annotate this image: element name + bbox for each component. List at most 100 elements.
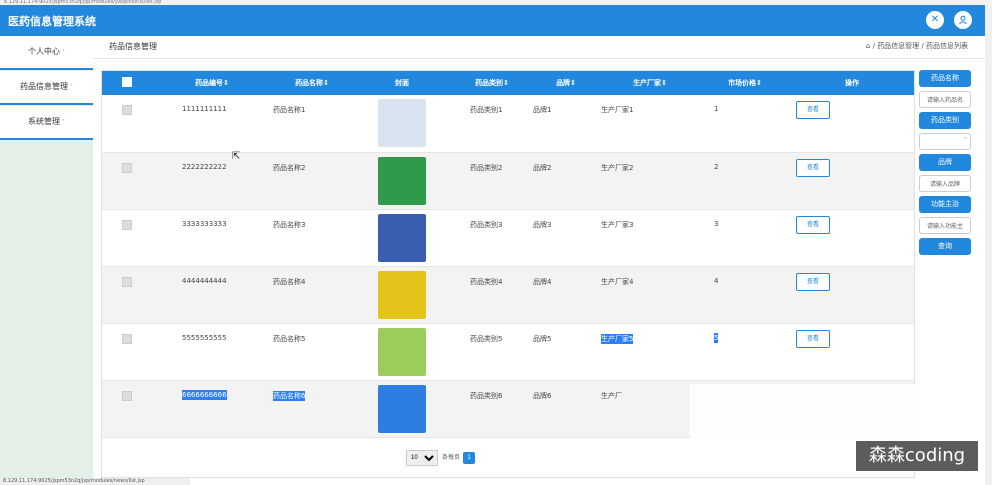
drug-cover	[352, 380, 452, 437]
row-checkbox[interactable]	[102, 209, 152, 266]
drug-brand: 品牌4	[533, 277, 552, 286]
sidebar-item-drug-info[interactable]: 药品信息管理 ˅	[0, 71, 93, 105]
breadcrumb-text: 药品信息管理 / 药品信息列表	[877, 42, 968, 50]
col-header-maker[interactable]: 生产厂家⇕	[600, 71, 700, 95]
row-actions: 查看	[790, 95, 914, 152]
drug-code: 5555555555	[182, 333, 227, 342]
drug-price: 2	[714, 162, 719, 171]
table-row: 4444444444 药品名称4 药品类别4 品牌4 生产厂家4 4 查看	[102, 266, 914, 323]
drug-code: 1111111111	[182, 105, 227, 113]
close-icon[interactable]: ✕	[926, 11, 944, 29]
search-button[interactable]: 查询	[919, 238, 971, 255]
row-checkbox[interactable]	[102, 152, 152, 209]
drug-cover-image	[378, 270, 426, 319]
table-row: 5555555555 药品名称5 药品类别5 品牌5 生产厂家5 5 查看	[102, 323, 914, 380]
drug-maker: 生产厂家3	[601, 220, 634, 229]
drug-name: 药品名称6	[272, 380, 352, 437]
sidebar-item-label: 药品信息管理	[20, 82, 68, 91]
row-checkbox[interactable]	[102, 323, 152, 380]
drug-maker: 生产厂家1	[601, 106, 634, 114]
drug-category-select[interactable]: ˅	[919, 133, 971, 150]
table-row: 3333333333 药品名称3 药品类别3 品牌3 生产厂家3 3 查看	[102, 209, 914, 266]
app-title: 医药信息管理系统	[8, 15, 96, 28]
drug-brand: 品牌6	[533, 391, 552, 400]
select-all-checkbox[interactable]	[102, 71, 152, 95]
row-actions: 查看	[790, 266, 914, 323]
function-input[interactable]: 请输入功能主	[919, 217, 971, 234]
drug-category: 药品类别3	[470, 220, 503, 229]
page-scrollbar[interactable]	[985, 5, 992, 485]
col-header-brand[interactable]: 品牌⇕	[532, 71, 600, 95]
drug-name-input[interactable]: 请输入药品名	[919, 91, 971, 108]
page-title: 药品信息管理	[109, 42, 157, 51]
drug-name-selected: 药品名称6	[273, 390, 306, 401]
function-filter-label[interactable]: 功能主治	[919, 196, 971, 213]
drug-name: 药品名称5	[273, 334, 306, 343]
view-button[interactable]: 查看	[796, 158, 830, 177]
col-header-actions: 操作	[845, 79, 859, 87]
sidebar-item-label: 系统管理	[28, 117, 60, 126]
view-button[interactable]: 查看	[796, 215, 830, 234]
col-header-name[interactable]: 药品名称⇕	[272, 71, 352, 95]
table-row: 2222222222 药品名称2 药品类别2 品牌2 生产厂家2 2 查看	[102, 152, 914, 209]
row-actions: 查看	[790, 209, 914, 266]
row-actions: 查看	[790, 152, 914, 209]
brand-filter-label[interactable]: 品牌	[919, 154, 971, 171]
drug-price: 4	[714, 276, 719, 285]
drug-cover-image	[378, 156, 426, 205]
page-size-select[interactable]: 10	[406, 450, 438, 466]
chevron-down-icon: ˅	[964, 137, 967, 144]
sidebar-item-system[interactable]: 系统管理 ˅	[0, 106, 93, 140]
col-header-cover: 封面	[395, 79, 409, 87]
drug-price: 3	[714, 219, 719, 228]
watermark: 森森coding	[856, 441, 978, 471]
drug-brand: 品牌1	[533, 106, 552, 114]
drug-name-filter-label[interactable]: 药品名称	[919, 70, 971, 87]
drug-category: 药品类别6	[470, 391, 503, 400]
drug-code: 3333333333	[182, 219, 227, 228]
drug-category: 药品类别2	[470, 163, 503, 172]
drug-code: 4444444444	[182, 276, 227, 285]
drug-name: 药品名称3	[273, 220, 306, 229]
view-button[interactable]: 查看	[796, 272, 830, 291]
drug-category: 药品类别5	[470, 334, 503, 343]
drug-brand: 品牌3	[533, 220, 552, 229]
drug-code: 2222222222	[182, 162, 227, 171]
col-header-category[interactable]: 药品类别⇕	[452, 71, 532, 95]
user-icon[interactable]	[954, 11, 972, 29]
col-header-price[interactable]: 市场价格⇕	[700, 71, 790, 95]
drug-category: 药品类别4	[470, 277, 503, 286]
chevron-down-icon: ˅	[70, 84, 73, 91]
brand-input[interactable]: 请输入品牌	[919, 175, 971, 192]
sidebar-item-personal-center[interactable]: 个人中心 ˅	[0, 36, 93, 70]
drug-cover	[352, 266, 452, 323]
drug-cover	[352, 95, 452, 152]
home-icon[interactable]: ⌂	[866, 42, 870, 50]
row-checkbox[interactable]	[102, 380, 152, 437]
drug-name: 药品名称4	[273, 277, 306, 286]
drug-code: 6666666666	[152, 380, 272, 437]
drug-brand: 品牌2	[533, 163, 552, 172]
drug-cover	[352, 209, 452, 266]
drug-maker: 生产厂	[601, 391, 622, 400]
drug-category-filter-label[interactable]: 药品类别	[919, 112, 971, 129]
row-checkbox[interactable]	[102, 266, 152, 323]
drug-price: 5	[700, 323, 790, 380]
col-header-code[interactable]: 药品编号⇕	[152, 71, 272, 95]
page-number-current[interactable]: 1	[463, 451, 476, 464]
browser-status-bar: 8.129.11.174:9025/jspm53n2q/jsp/modules/…	[0, 478, 190, 485]
pagination: 10 条每页 1	[406, 450, 476, 466]
row-checkbox[interactable]	[102, 95, 152, 152]
drug-maker: 生产厂家4	[601, 277, 634, 286]
drug-cover-image	[378, 99, 426, 147]
app-header: 医药信息管理系统 ✕	[0, 5, 985, 36]
drug-price: 1	[714, 105, 719, 113]
view-button[interactable]: 查看	[796, 329, 830, 348]
sidebar: 个人中心 ˅ 药品信息管理 ˅ 系统管理 ˅	[0, 36, 93, 485]
drug-cover-image	[378, 327, 426, 376]
fade-overlay	[690, 384, 920, 444]
view-button[interactable]: 查看	[796, 101, 830, 119]
main-topbar: 药品信息管理 ⌂ / 药品信息管理 / 药品信息列表	[93, 36, 985, 59]
drug-cover	[352, 152, 452, 209]
drug-category: 药品类别1	[470, 106, 503, 114]
